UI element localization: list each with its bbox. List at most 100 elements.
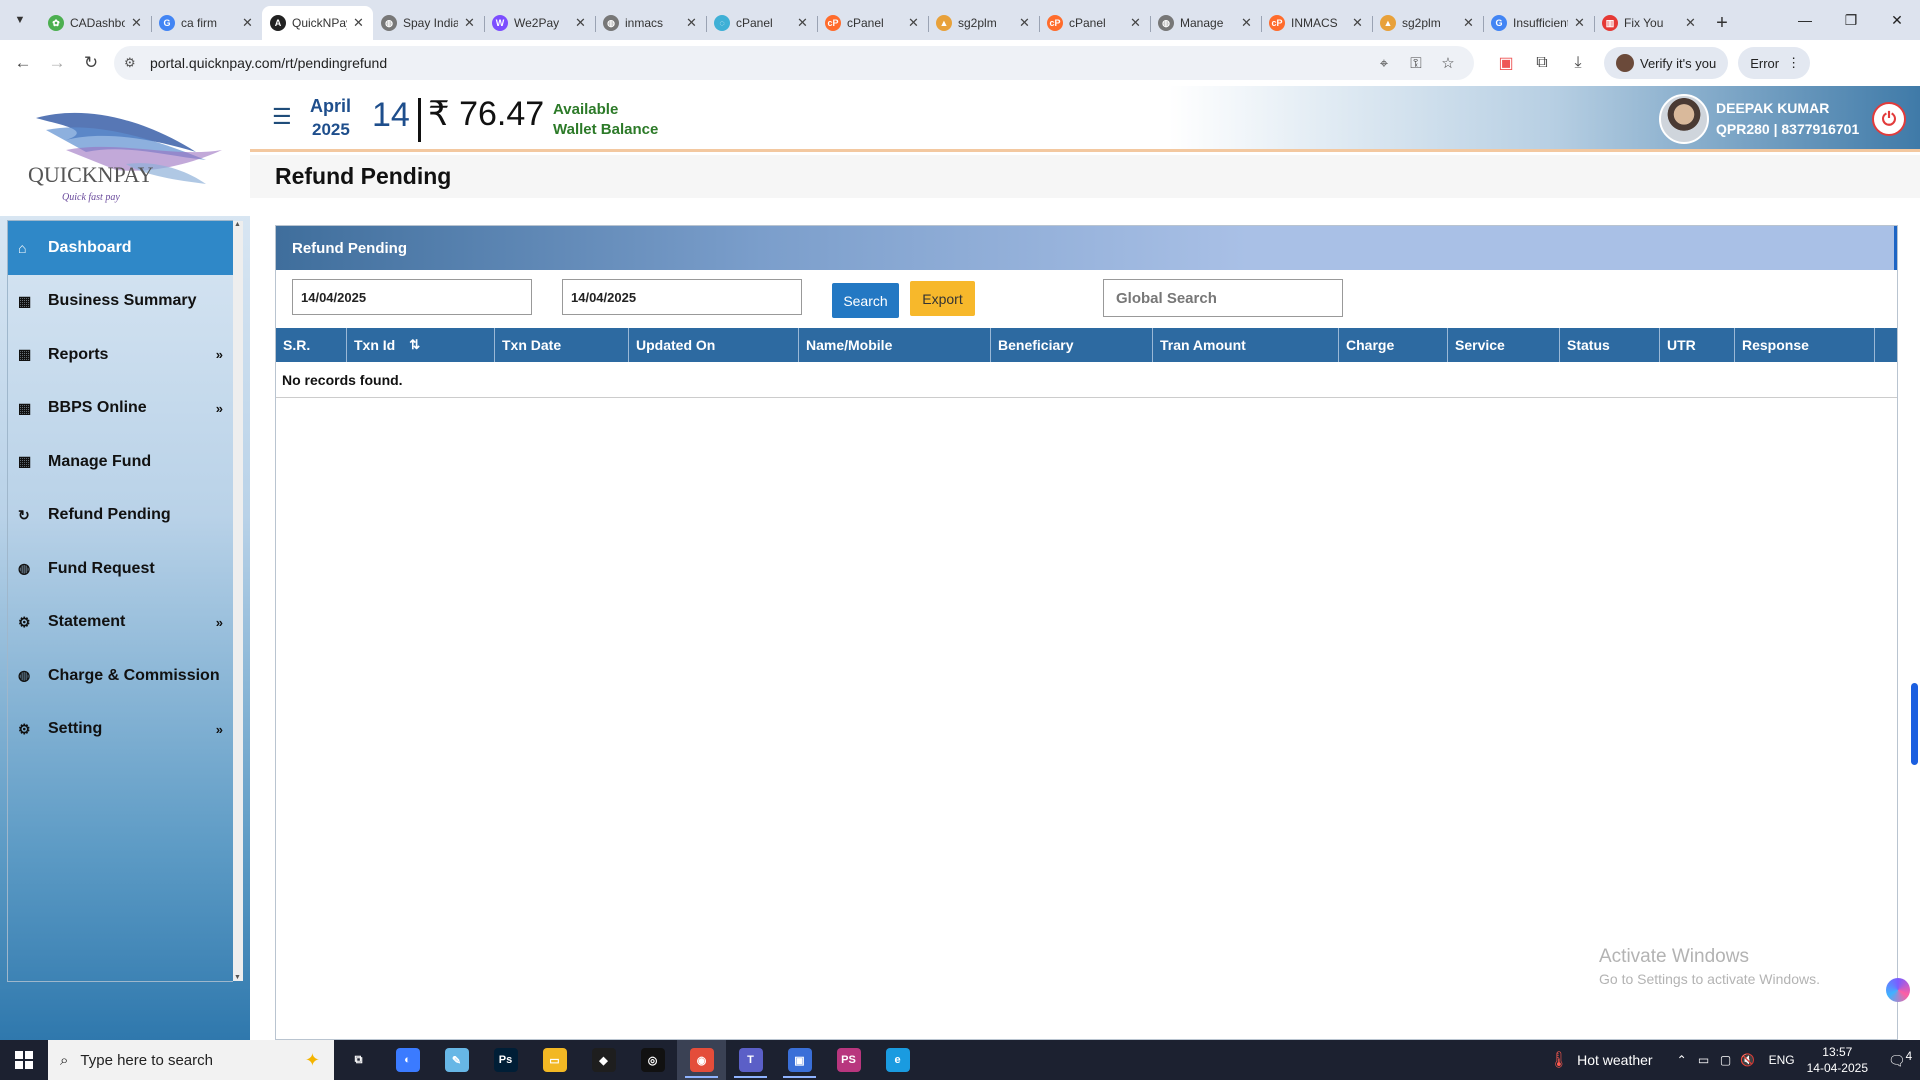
taskbar-app-photoshop[interactable]: Ps — [481, 1040, 530, 1080]
verify-profile-button[interactable]: Verify it's you — [1604, 47, 1729, 79]
tab-close-icon[interactable]: ✕ — [353, 15, 365, 31]
reload-button[interactable]: ↻ — [74, 46, 108, 80]
notifications-icon[interactable]: 🗨4 — [1880, 1050, 1920, 1070]
browser-tab[interactable]: G Insufficient ✕ — [1483, 6, 1594, 40]
weather-text: Hot weather — [1577, 1052, 1653, 1068]
back-button[interactable]: ← — [6, 46, 40, 80]
taskbar-app-app-window[interactable]: ▣ — [775, 1040, 824, 1080]
sidebar-item-charge-commission[interactable]: ◍ Charge & Commission — [8, 649, 233, 703]
tab-close-icon[interactable]: ✕ — [131, 15, 143, 31]
taskbar-app-notepad[interactable]: ✎ — [432, 1040, 481, 1080]
tab-close-icon[interactable]: ✕ — [1019, 15, 1031, 31]
start-button[interactable] — [0, 1040, 48, 1080]
tab-search-chevron-icon[interactable]: ▼ — [0, 0, 40, 40]
meet-now-icon[interactable]: ▭ — [1693, 1053, 1715, 1067]
tab-close-icon[interactable]: ✕ — [1130, 15, 1142, 31]
extensions-puzzle-icon[interactable]: ⧉ — [1524, 54, 1560, 72]
language-indicator[interactable]: ENG — [1769, 1053, 1795, 1067]
sort-icon[interactable]: ⇅ — [409, 337, 420, 353]
browser-tab[interactable]: ✿ CADashboard ✕ — [40, 6, 151, 40]
sidebar-item-reports[interactable]: ▦ Reports » — [8, 328, 233, 382]
sidebar-item-statement[interactable]: ⚙ Statement » — [8, 596, 233, 650]
tab-close-icon[interactable]: ✕ — [242, 15, 254, 31]
extension-red-icon[interactable]: ▣ — [1488, 53, 1524, 73]
browser-tab[interactable]: ◌ cPanel ✕ — [706, 6, 817, 40]
browser-tab[interactable]: Gca firm ✕ — [151, 6, 262, 40]
sidebar-scrollbar[interactable] — [233, 221, 243, 981]
browser-tab[interactable]: A QuickNPay ✕ — [262, 6, 373, 40]
global-search-input[interactable] — [1103, 279, 1343, 317]
column-header-txn-id[interactable]: Txn Id ⇅ — [347, 328, 495, 362]
sidebar-item-setting[interactable]: ⚙ Setting » — [8, 703, 233, 757]
activate-windows-subtitle: Go to Settings to activate Windows. — [1599, 971, 1820, 987]
taskbar-app-figma[interactable]: ◆ — [579, 1040, 628, 1080]
tab-close-icon[interactable]: ✕ — [797, 15, 809, 31]
browser-tab[interactable]: ◍ Manage ✕ — [1150, 6, 1261, 40]
browser-tab[interactable]: cP cPanel ✕ — [817, 6, 928, 40]
taskbar-app-edge[interactable]: e — [873, 1040, 922, 1080]
taskbar-app-task-view[interactable]: ⧉ — [334, 1040, 383, 1080]
tab-close-icon[interactable]: ✕ — [686, 15, 698, 31]
taskbar-app-chrome[interactable]: ◉ — [677, 1040, 726, 1080]
sidebar-item-fund-request[interactable]: ◍ Fund Request — [8, 542, 233, 596]
tab-close-icon[interactable]: ✕ — [575, 15, 587, 31]
tab-close-icon[interactable]: ✕ — [1574, 15, 1586, 31]
network-icon[interactable]: ▢ — [1715, 1053, 1737, 1067]
close-window-button[interactable]: ✕ — [1874, 0, 1920, 40]
sidebar-item-refund-pending[interactable]: ↻ Refund Pending — [8, 489, 233, 543]
forward-button[interactable]: → — [40, 46, 74, 80]
tab-close-icon[interactable]: ✕ — [908, 15, 920, 31]
bookmark-star-icon[interactable]: ☆ — [1432, 54, 1464, 72]
page-scrollbar-thumb[interactable] — [1911, 683, 1918, 765]
browser-tab[interactable]: ▥ Fix You ✕ — [1594, 6, 1705, 40]
taskbar-app-file-explorer[interactable]: ▭ — [530, 1040, 579, 1080]
tab-close-icon[interactable]: ✕ — [1241, 15, 1253, 31]
site-info-icon[interactable]: ⚙ — [124, 55, 150, 71]
tab-close-icon[interactable]: ✕ — [1685, 15, 1697, 31]
logo[interactable]: QUICKNPAY Quick fast pay — [0, 86, 250, 216]
password-key-icon[interactable]: ⚿ — [1400, 55, 1432, 72]
show-hidden-icons-chevron-icon[interactable]: ⌃ — [1671, 1053, 1693, 1067]
browser-tab[interactable]: ◍ inmacs ✕ — [595, 6, 706, 40]
tab-close-icon[interactable]: ✕ — [1352, 15, 1364, 31]
taskbar-app-teams[interactable]: T — [726, 1040, 775, 1080]
browser-tab[interactable]: ▲ sg2plm ✕ — [1372, 6, 1483, 40]
from-date-input[interactable] — [292, 279, 532, 315]
taskbar-app-copilot[interactable]: ◐ — [383, 1040, 432, 1080]
sidebar-item-business-summary[interactable]: ▦ Business Summary — [8, 275, 233, 329]
location-icon[interactable]: ⌖ — [1368, 55, 1400, 72]
browser-tab[interactable]: cP INMACS ✕ — [1261, 6, 1372, 40]
taskbar-app-phpstorm[interactable]: PS — [824, 1040, 873, 1080]
sidebar-item-bbps-online[interactable]: ▦ BBPS Online » — [8, 382, 233, 436]
browser-tab[interactable]: cP cPanel ✕ — [1039, 6, 1150, 40]
tab-label: inmacs — [625, 16, 664, 30]
tab-favicon-icon: A — [270, 15, 286, 31]
taskbar-app-app-circle[interactable]: ◎ — [628, 1040, 677, 1080]
taskbar-search[interactable]: ⌕ Type here to search ✦ — [48, 1040, 334, 1080]
address-bar[interactable]: ⚙ portal.quicknpay.com/rt/pendingrefund … — [114, 46, 1474, 80]
download-icon[interactable]: ⤓ — [1560, 54, 1596, 72]
user-avatar[interactable] — [1659, 94, 1709, 144]
tab-close-icon[interactable]: ✕ — [1463, 15, 1475, 31]
taskbar-clock[interactable]: 13:57 14-04-2025 — [1807, 1044, 1868, 1076]
tab-close-icon[interactable]: ✕ — [464, 15, 476, 31]
column-header-label: Service — [1455, 337, 1505, 353]
to-date-input[interactable] — [562, 279, 802, 315]
copilot-floating-icon[interactable] — [1886, 978, 1910, 1002]
browser-tab[interactable]: ◍ Spay India ✕ — [373, 6, 484, 40]
minimize-button[interactable]: — — [1782, 0, 1828, 40]
search-button[interactable]: Search — [832, 283, 899, 318]
volume-mute-icon[interactable]: 🔇 — [1737, 1053, 1759, 1067]
restore-button[interactable]: ❐ — [1828, 0, 1874, 40]
sidebar-item-dashboard[interactable]: ⌂ Dashboard — [8, 221, 233, 275]
browser-tab[interactable]: ▲ sg2plm ✕ — [928, 6, 1039, 40]
browser-tab[interactable]: W We2Pay ✕ — [484, 6, 595, 40]
error-menu-button[interactable]: Error ⋮ — [1738, 47, 1811, 79]
hamburger-menu-icon[interactable]: ☰ — [272, 104, 292, 130]
sidebar-item-manage-fund[interactable]: ▦ Manage Fund — [8, 435, 233, 489]
logout-power-icon[interactable]: ⏻ — [1872, 102, 1906, 136]
url-text[interactable]: portal.quicknpay.com/rt/pendingrefund — [150, 55, 1368, 71]
new-tab-button[interactable]: + — [1705, 6, 1739, 40]
export-button[interactable]: Export — [910, 281, 975, 316]
weather-widget[interactable]: 🌡 Hot weather — [1549, 1050, 1653, 1070]
